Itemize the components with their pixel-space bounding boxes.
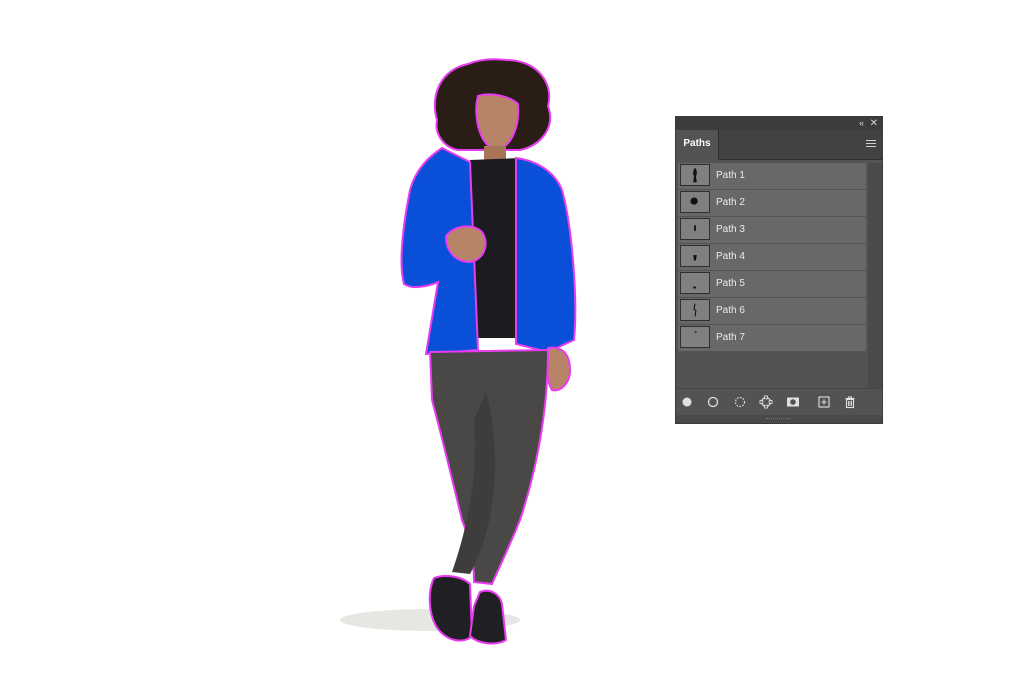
path-label: Path 2 [716,197,745,208]
path-label: Path 4 [716,251,745,262]
path-label: Path 1 [716,170,745,181]
path-list-scrollbar[interactable] [868,163,882,390]
path-label: Path 5 [716,278,745,289]
fill-path-icon[interactable] [680,395,694,409]
make-work-path-icon[interactable] [759,395,773,409]
path-thumbnail-icon [680,326,710,348]
panel-menu-icon[interactable] [866,140,876,149]
neck [484,146,506,160]
right-shoe [468,589,508,645]
path-row-3[interactable]: Path 3 [678,217,866,243]
path-thumbnail-icon [680,272,710,294]
new-path-icon[interactable] [817,395,831,409]
collapse-panel-button[interactable]: ‹‹ [859,117,864,130]
right-hand [545,346,572,392]
path-thumbnail-icon [680,245,710,267]
stroke-path-icon[interactable] [706,395,720,409]
path-list: Path 1 Path 2 Path 3 Path 4 Path 5 Path … [678,163,866,353]
panel-toolbar [676,388,882,415]
path-row-7[interactable]: Path 7 [678,325,866,351]
path-label: Path 6 [716,305,745,316]
path-label: Path 7 [716,332,745,343]
paths-panel: ‹‹ ✕ Paths Path 1 Path 2 Path 3 Path 4 P… [675,116,883,424]
path-row-1[interactable]: Path 1 [678,163,866,189]
panel-topbar: ‹‹ ✕ [676,117,882,130]
close-panel-button[interactable]: ✕ [870,117,878,130]
delete-path-icon[interactable] [843,395,857,409]
add-mask-icon[interactable] [786,395,800,409]
path-row-4[interactable]: Path 4 [678,244,866,270]
path-row-6[interactable]: Path 6 [678,298,866,324]
path-label: Path 3 [716,224,745,235]
jacket-right [515,156,577,354]
path-thumbnail-icon [680,164,710,186]
load-selection-icon[interactable] [733,395,747,409]
panel-resize-grip[interactable] [676,415,882,423]
path-thumbnail-icon [680,191,710,213]
path-thumbnail-icon [680,299,710,321]
tab-paths[interactable]: Paths [676,130,719,160]
path-row-2[interactable]: Path 2 [678,190,866,216]
panel-tabbar: Paths [676,130,882,160]
path-row-5[interactable]: Path 5 [678,271,866,297]
path-thumbnail-icon [680,218,710,240]
